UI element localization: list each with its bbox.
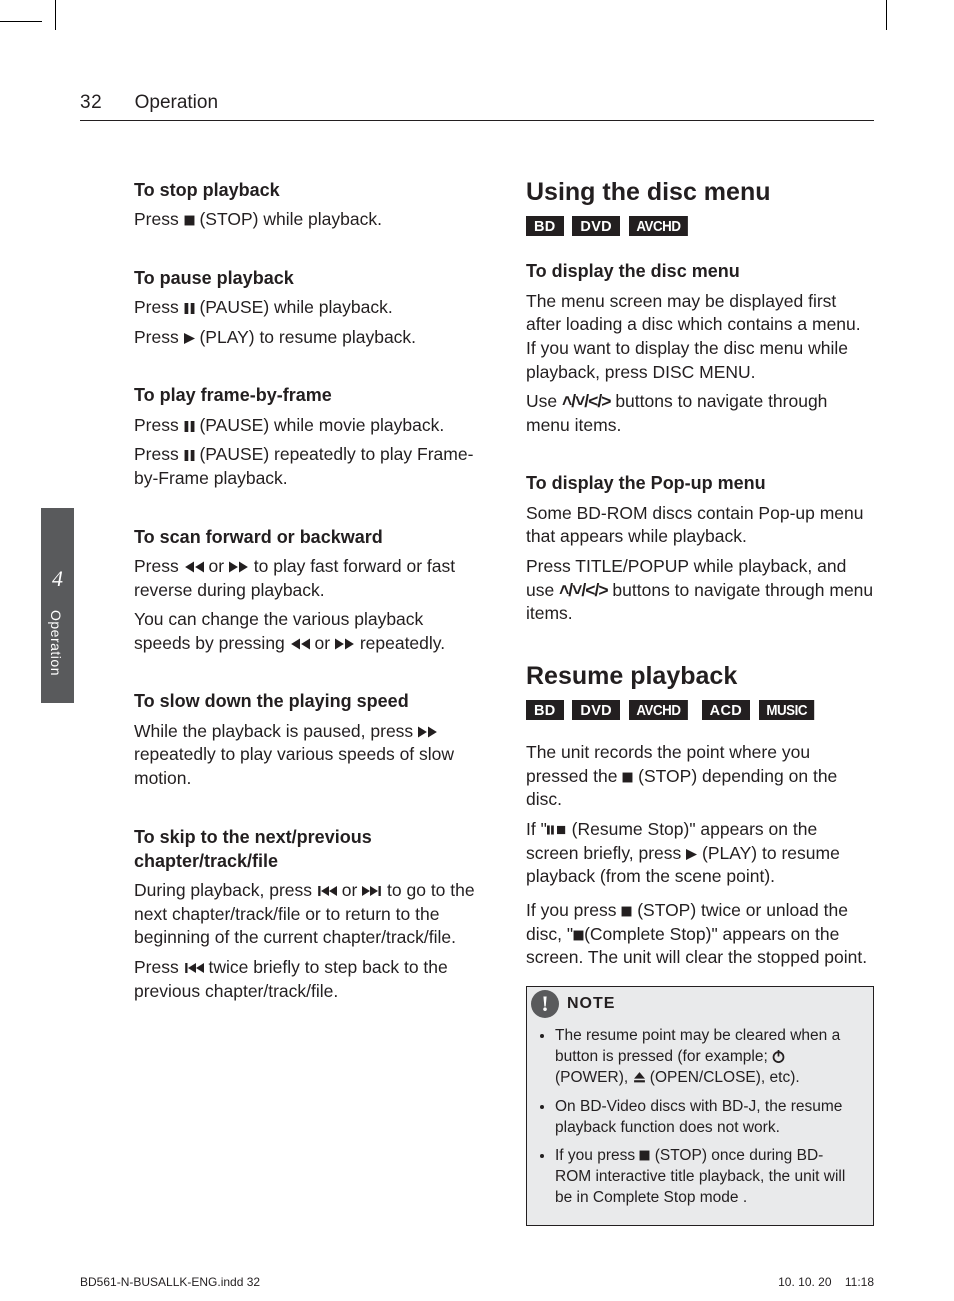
heading-display-disc-menu: To display the disc menu [526, 259, 874, 283]
footer-file: BD561-N-BUSALLK-ENG.indd 32 [80, 1275, 260, 1289]
heading-skip: To skip to the next/previous chapter/tra… [134, 825, 482, 874]
text: Some BD-ROM discs contain Pop-up menu th… [526, 502, 874, 549]
badge-avchd: AVCHD [629, 216, 688, 236]
badge-music: MUSIC [759, 700, 814, 720]
heading-frame: To play frame-by-frame [134, 383, 482, 407]
pause-icon [184, 303, 195, 314]
side-tab-label: Operation [48, 610, 64, 676]
text: Press (PAUSE) while playback. [134, 296, 482, 320]
text: If you press (STOP) twice or unload the … [526, 899, 874, 970]
badge-acd: ACD [702, 700, 750, 720]
text: The unit records the point where you pre… [526, 741, 874, 812]
heading-disc-menu: Using the disc menu [526, 176, 874, 210]
stop-icon [621, 906, 632, 917]
fast-forward-icon [229, 561, 249, 573]
text: During playback, press or to go to the n… [134, 879, 482, 950]
page-header: 32 Operation [80, 92, 874, 121]
play-icon [184, 333, 195, 344]
power-icon [772, 1050, 785, 1063]
heading-pause: To pause playback [134, 266, 482, 290]
skip-prev-icon [317, 885, 337, 897]
text: Press twice briefly to step back to the … [134, 956, 482, 1003]
skip-prev-icon [184, 962, 204, 974]
heading-slow: To slow down the playing speed [134, 689, 482, 713]
footer-date: 10. 10. 20 [778, 1275, 831, 1289]
fast-forward-icon [418, 726, 438, 738]
side-tab-number: 4 [41, 508, 74, 592]
stop-icon [622, 772, 633, 783]
note-title: NOTE [567, 993, 615, 1015]
note-item: On BD-Video discs with BD-J, the resume … [555, 1097, 859, 1139]
note-item: The resume point may be cleared when a b… [555, 1026, 859, 1089]
badge-bd: BD [526, 700, 564, 720]
stop-icon [639, 1150, 650, 1161]
heading-scan: To scan forward or backward [134, 525, 482, 549]
section-title: Operation [135, 92, 218, 113]
page-footer: BD561-N-BUSALLK-ENG.indd 32 10. 10. 20 1… [80, 1275, 874, 1289]
pause-icon [184, 421, 195, 432]
rewind-icon [184, 561, 204, 573]
text: Press (PAUSE) while movie playback. [134, 414, 482, 438]
text: Press TITLE/POPUP while playback, and us… [526, 555, 874, 626]
rewind-icon [290, 638, 310, 650]
pause-stop-icon [547, 824, 567, 836]
text: Press (STOP) while playback. [134, 208, 482, 232]
left-column: To stop playback Press (STOP) while play… [134, 176, 482, 1226]
format-badges: BD DVD AVCHD [526, 214, 874, 238]
right-column: Using the disc menu BD DVD AVCHD To disp… [526, 176, 874, 1226]
note-bang-icon: ! [531, 990, 559, 1018]
text: Press (PLAY) to resume playback. [134, 326, 482, 350]
text: While the playback is paused, press repe… [134, 720, 482, 791]
note-box: ! NOTE The resume point may be cleared w… [526, 986, 874, 1226]
nav-arrows-icon: ˄/˅/</> [562, 391, 610, 411]
side-tab: 4 Operation [41, 508, 74, 703]
text: If " (Resume Stop)" appears on the scree… [526, 818, 874, 889]
play-icon [686, 849, 697, 860]
heading-stop: To stop playback [134, 178, 482, 202]
stop-icon [573, 930, 584, 941]
pause-icon [184, 450, 195, 461]
footer-time: 11:18 [845, 1275, 874, 1289]
text: Use ˄/˅/</> buttons to navigate through … [526, 390, 874, 437]
badge-bd: BD [526, 216, 564, 236]
fast-forward-icon [335, 638, 355, 650]
badge-dvd: DVD [572, 700, 620, 720]
stop-icon [184, 215, 195, 226]
heading-popup-menu: To display the Pop-up menu [526, 471, 874, 495]
text: Press (PAUSE) repeatedly to play Frame-b… [134, 443, 482, 490]
nav-arrows-icon: ˄/˅/</> [559, 580, 607, 600]
text: The menu screen may be displayed first a… [526, 290, 874, 385]
page-number: 32 [80, 92, 102, 114]
format-badges: BD DVD AVCHD ACD MUSIC [526, 698, 874, 722]
text: Press or to play fast forward or fast re… [134, 555, 482, 602]
badge-avchd: AVCHD [629, 700, 688, 720]
heading-resume: Resume playback [526, 660, 874, 694]
eject-icon [633, 1071, 646, 1084]
text: You can change the various playback spee… [134, 608, 482, 655]
note-item: If you press (STOP) once during BD-ROM i… [555, 1146, 859, 1209]
skip-next-icon [362, 885, 382, 897]
badge-dvd: DVD [572, 216, 620, 236]
